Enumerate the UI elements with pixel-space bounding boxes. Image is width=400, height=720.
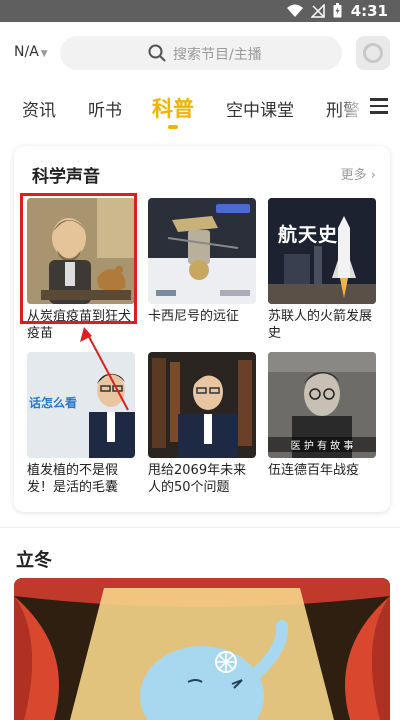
signal-off-icon bbox=[311, 3, 325, 18]
program-title: 卡西尼号的远征 bbox=[148, 309, 240, 324]
program-item-wu-lien-teh[interactable]: 医 护 有 故 事 伍连德百年战疫 bbox=[268, 352, 376, 479]
section-divider bbox=[0, 527, 400, 528]
user-avatar-button[interactable] bbox=[356, 36, 390, 70]
avatar-icon bbox=[363, 43, 383, 63]
program-title: 甩给2069年未来人的50个问题 bbox=[148, 463, 247, 495]
program-thumbnail: 医 护 有 故 事 bbox=[268, 352, 376, 458]
region-selector[interactable]: N/A ▼ bbox=[14, 44, 48, 60]
speaker-illustration bbox=[148, 352, 256, 458]
active-tab-indicator bbox=[168, 125, 178, 129]
category-tabs: 资讯 听书 科普 空中课堂 刑警 bbox=[0, 88, 400, 132]
status-bar: 4:31 bbox=[0, 0, 400, 22]
program-item-hair-transplant[interactable]: 话怎么看 植发植的不是假发！是活的毛囊 bbox=[27, 352, 135, 496]
caret-down-icon: ▼ bbox=[40, 49, 48, 59]
tab-news[interactable]: 资讯 bbox=[22, 96, 56, 121]
chevron-right-icon: › bbox=[370, 168, 376, 183]
search-bar[interactable]: 搜索节目/主播 bbox=[60, 36, 342, 70]
status-time: 4:31 bbox=[350, 2, 388, 20]
program-thumbnail bbox=[148, 198, 256, 304]
search-icon bbox=[148, 44, 166, 62]
tab-air-classroom[interactable]: 空中课堂 bbox=[226, 96, 294, 121]
thumbnail-caption: 航天史 bbox=[278, 224, 339, 246]
rocket-illustration bbox=[268, 198, 376, 304]
program-title: 苏联人的火箭发展史 bbox=[268, 309, 373, 341]
menu-icon[interactable] bbox=[370, 98, 390, 118]
lidong-banner[interactable] bbox=[14, 578, 390, 720]
program-item-soviet-rockets[interactable]: 航天史 苏联人的火箭发展史 bbox=[268, 198, 376, 342]
program-title: 植发植的不是假发！是活的毛囊 bbox=[27, 463, 119, 495]
region-label: N/A bbox=[14, 44, 39, 60]
thumbnail-caption: 话怎么看 bbox=[29, 396, 78, 410]
more-link[interactable]: 更多 › bbox=[341, 164, 376, 183]
search-placeholder: 搜索节目/主播 bbox=[173, 47, 262, 63]
program-thumbnail bbox=[148, 352, 256, 458]
wifi-icon bbox=[287, 4, 303, 17]
status-icons bbox=[287, 3, 342, 18]
top-bar: N/A ▼ 搜索节目/主播 bbox=[0, 22, 400, 84]
program-thumbnail: 话怎么看 bbox=[27, 352, 135, 458]
program-thumbnail: 航天史 bbox=[268, 198, 376, 304]
banner-illustration bbox=[14, 578, 390, 720]
tabs-fade bbox=[338, 88, 366, 128]
tab-science[interactable]: 科普 bbox=[152, 93, 194, 123]
section-title: 科学声音 bbox=[32, 167, 100, 187]
tab-audiobooks[interactable]: 听书 bbox=[88, 96, 122, 121]
cassini-illustration bbox=[148, 198, 256, 304]
thumbnail-caption: 医 护 有 故 事 bbox=[268, 437, 376, 452]
battery-icon bbox=[333, 3, 342, 18]
program-title: 伍连德百年战疫 bbox=[268, 463, 360, 478]
section-title-lidong: 立冬 bbox=[16, 550, 52, 571]
annotation-highlight-box bbox=[20, 193, 137, 324]
program-item-cassini[interactable]: 卡西尼号的远征 bbox=[148, 198, 256, 325]
program-item-questions-2069[interactable]: 甩给2069年未来人的50个问题 bbox=[148, 352, 256, 496]
more-label: 更多 bbox=[340, 168, 367, 183]
